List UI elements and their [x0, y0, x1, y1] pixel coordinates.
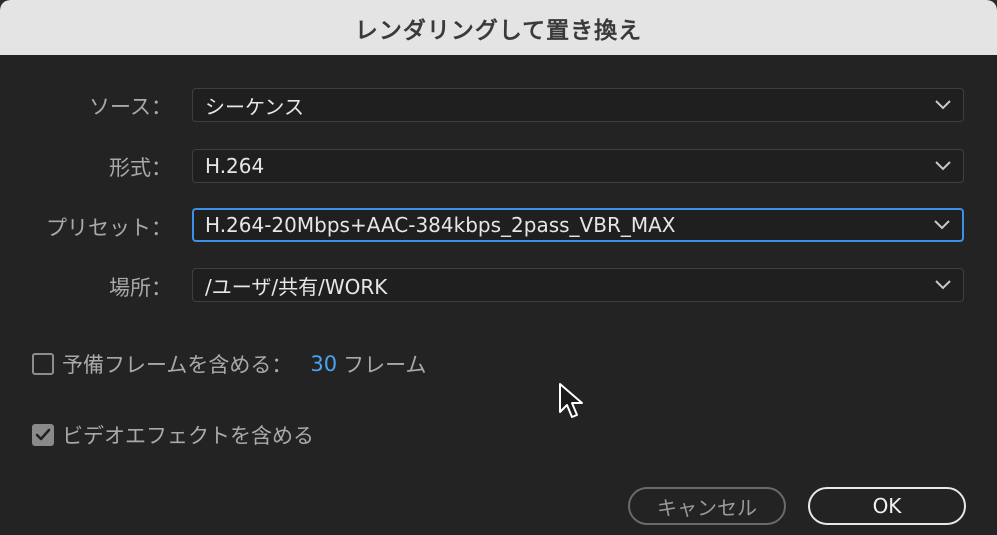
source-select[interactable]: シーケンス	[192, 88, 964, 122]
ok-button[interactable]: OK	[808, 487, 966, 525]
include-video-effects-label: ビデオエフェクトを含める	[62, 424, 314, 448]
format-select[interactable]: H.264	[192, 149, 964, 183]
dialog-title: レンダリングして置き換え	[354, 17, 643, 44]
cancel-button[interactable]: キャンセル	[628, 487, 786, 525]
preset-label: プリセット：	[46, 216, 172, 240]
format-label: 形式：	[109, 156, 172, 180]
location-label: 場所：	[109, 276, 172, 300]
source-label: ソース：	[89, 95, 172, 119]
format-value: H.264	[205, 154, 265, 178]
include-handles-row: 予備フレームを含める： 30 フレーム	[32, 349, 426, 379]
handles-frames-value[interactable]: 30	[310, 352, 337, 376]
preset-select[interactable]: H.264-20Mbps+AAC-384kbps_2pass_VBR_MAX	[192, 208, 964, 242]
include-video-effects-checkbox[interactable]	[32, 424, 54, 446]
source-value: シーケンス	[205, 94, 304, 119]
chevron-down-icon	[933, 95, 953, 115]
chevron-down-icon	[932, 215, 952, 235]
include-handles-label: 予備フレームを含める：	[62, 353, 293, 377]
chevron-down-icon	[933, 156, 953, 176]
preset-value: H.264-20Mbps+AAC-384kbps_2pass_VBR_MAX	[205, 213, 676, 237]
chevron-down-icon	[933, 275, 953, 295]
checkmark-icon	[35, 428, 51, 441]
handles-frames-unit: フレーム	[343, 353, 427, 377]
mouse-pointer-icon	[559, 383, 583, 418]
dialog-titlebar[interactable]: レンダリングして置き換え	[0, 0, 997, 55]
include-handles-checkbox[interactable]	[32, 353, 54, 375]
include-video-effects-row: ビデオエフェクトを含める	[32, 420, 314, 450]
render-and-replace-dialog: レンダリングして置き換え ソース： シーケンス 形式： H.264 プリセット：…	[0, 0, 997, 535]
location-value: /ユーザ/共有/WORK	[205, 274, 388, 299]
location-select[interactable]: /ユーザ/共有/WORK	[192, 268, 964, 302]
